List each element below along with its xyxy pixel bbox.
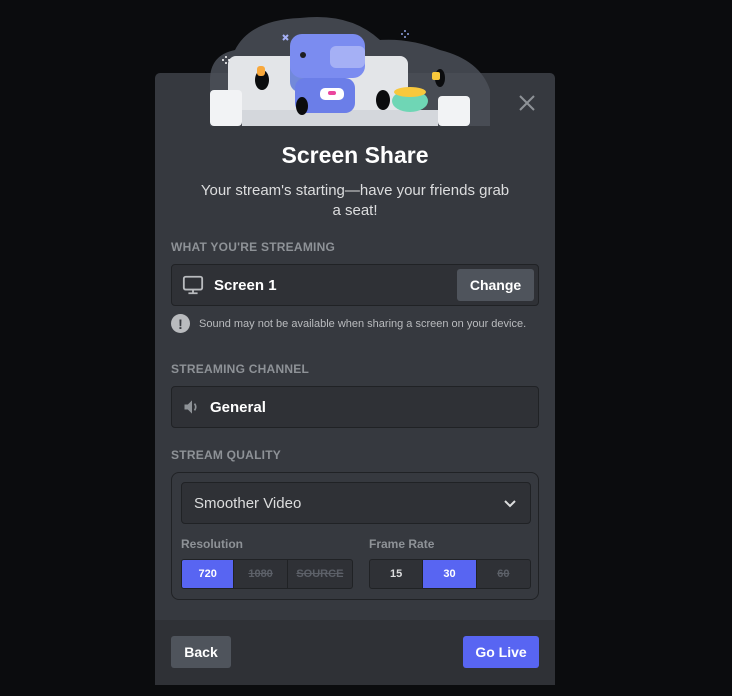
- frame-rate-option-30[interactable]: 30: [423, 560, 477, 588]
- streaming-channel-label: Streaming Channel: [171, 362, 310, 376]
- streaming-channel-field: General: [171, 386, 539, 428]
- frame-rate-selector: 15 30 60: [369, 559, 531, 589]
- close-icon: [519, 95, 535, 111]
- close-button[interactable]: [515, 91, 539, 115]
- go-live-button[interactable]: Go Live: [463, 636, 539, 668]
- frame-rate-option-15[interactable]: 15: [370, 560, 424, 588]
- resolution-selector: 720 1080 SOURCE: [181, 559, 353, 589]
- source-name: Screen 1: [214, 276, 277, 294]
- resolution-option-source: SOURCE: [296, 568, 344, 580]
- frame-rate-label: Frame Rate: [369, 537, 435, 551]
- chevron-down-icon: [504, 500, 516, 508]
- stream-quality-panel: Smoother Video Resolution 720 1080 SOURC…: [171, 472, 539, 600]
- resolution-option-720[interactable]: 720: [182, 560, 235, 588]
- dialog-footer: Back Go Live: [155, 620, 555, 685]
- streaming-source-label: What You're Streaming: [171, 240, 336, 254]
- frame-rate-option-60: 60: [497, 568, 510, 580]
- monitor-icon: [182, 275, 204, 295]
- quality-preset-value: Smoother Video: [194, 494, 302, 512]
- stream-quality-label: Stream Quality: [171, 448, 282, 462]
- resolution-option-1080: 1080: [234, 560, 288, 588]
- exclamation-circle-icon: !: [171, 314, 190, 333]
- dialog-subtitle: Your stream's starting—have your friends…: [200, 182, 510, 219]
- dialog-title: Screen Share: [281, 142, 429, 168]
- change-source-button[interactable]: Change: [457, 269, 534, 301]
- speaker-icon: [184, 400, 197, 414]
- warning-text: Sound may not be available when sharing …: [199, 317, 527, 330]
- back-button[interactable]: Back: [171, 636, 231, 668]
- resolution-label: Resolution: [181, 537, 243, 551]
- streaming-source-field: Screen 1 Change: [171, 264, 539, 306]
- couch-watch-party-illustration: [210, 16, 490, 126]
- sound-warning: ! Sound may not be available when sharin…: [171, 314, 526, 333]
- quality-preset-dropdown[interactable]: Smoother Video: [181, 482, 531, 524]
- channel-name: General: [210, 398, 266, 416]
